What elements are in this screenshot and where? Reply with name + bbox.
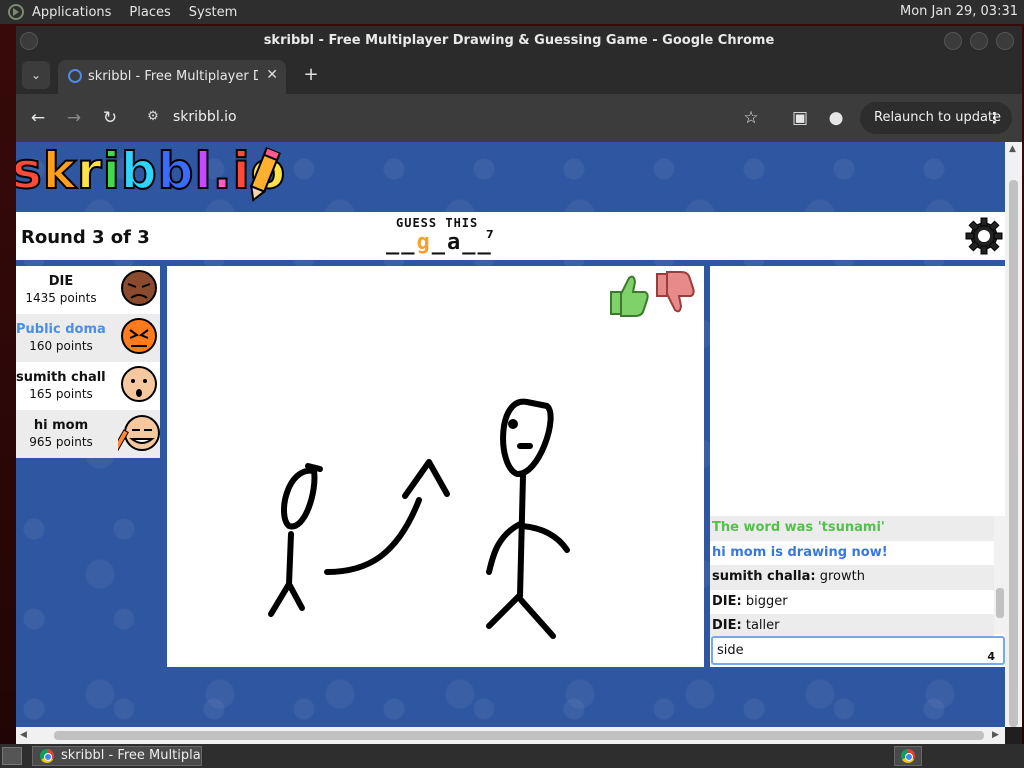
- word-letter: _: [386, 230, 402, 255]
- player-name: hi mom: [33, 418, 89, 433]
- skribbl-favicon-icon: [68, 69, 82, 83]
- menu-system[interactable]: System: [189, 5, 237, 20]
- chat-char-count: 4: [987, 650, 995, 663]
- chevron-down-icon: ⌄: [30, 68, 42, 82]
- player-row-self[interactable]: Public domain (You) 160 points: [16, 314, 160, 362]
- page-vertical-scrollbar[interactable]: ▲: [1005, 142, 1022, 727]
- side-panel-icon[interactable]: ▣: [788, 106, 812, 130]
- chat-author: sumith challa:: [712, 569, 816, 584]
- address-bar[interactable]: skribbl.io: [173, 109, 237, 125]
- chat-message: sumith challa: growth: [710, 565, 994, 590]
- word-letter: _: [462, 230, 478, 255]
- scroll-right-icon[interactable]: ▶: [992, 730, 999, 740]
- player-avatar-icon: [118, 415, 160, 453]
- word-length: 7: [486, 228, 494, 241]
- thumbs-up-icon[interactable]: [607, 270, 651, 318]
- player-name: sumith challa: [16, 370, 106, 385]
- scroll-left-icon[interactable]: ◀: [20, 730, 27, 740]
- player-points: 1435 points: [25, 291, 97, 305]
- page-vertical-scrollbar-thumb[interactable]: [1009, 180, 1018, 727]
- chat-author: DIE:: [712, 593, 742, 609]
- player-points: 965 points: [29, 435, 93, 449]
- chat-input-value: side: [717, 643, 744, 658]
- relaunch-button[interactable]: Relaunch to update ⋮: [860, 102, 1012, 134]
- tray-chrome[interactable]: [894, 746, 922, 766]
- window-title: skribbl - Free Multiplayer Drawing & Gue…: [16, 26, 1022, 56]
- menu-places[interactable]: Places: [129, 5, 170, 20]
- player-row-drawing[interactable]: hi mom 965 points: [16, 410, 160, 458]
- show-desktop-icon[interactable]: [2, 747, 22, 765]
- profile-icon[interactable]: ●: [824, 106, 848, 130]
- distro-logo-icon[interactable]: [8, 4, 24, 20]
- tab-title: skribbl - Free Multiplayer Drawing & Gue…: [88, 69, 258, 84]
- chat-text: taller: [741, 618, 780, 633]
- site-info-icon[interactable]: ⚙: [144, 108, 162, 126]
- chat-scrollbar[interactable]: [994, 516, 1005, 634]
- browser-toolbar: ← → ↻ ⚙ skribbl.io ☆ ▣ ● Relaunch to upd…: [16, 94, 1022, 142]
- chrome-icon: [40, 749, 54, 763]
- chat-input[interactable]: side 4: [711, 636, 1005, 665]
- tab-search-button[interactable]: ⌄: [22, 61, 50, 89]
- chat-text: bigger: [741, 593, 788, 609]
- round-indicator: Round 3 of 3: [21, 227, 150, 248]
- browser-window: skribbl - Free Multiplayer Drawing & Gue…: [16, 26, 1022, 744]
- back-button[interactable]: ←: [26, 106, 50, 130]
- close-window-button[interactable]: [996, 32, 1014, 50]
- player-avatar-icon: [121, 318, 157, 354]
- chrome-icon: [901, 749, 915, 763]
- drawing: [268, 398, 570, 639]
- word-letter: _: [401, 230, 417, 255]
- chat-message-system: hi mom is drawing now!: [712, 544, 888, 560]
- player-points: 160 points: [29, 339, 93, 353]
- chat-message-system: The word was 'tsunami': [710, 516, 994, 541]
- taskbar-item-label: skribbl - Free Multiplayer Drawing & Gue…: [61, 748, 201, 763]
- player-list: DIE 1435 points Public domain (You) 160 …: [16, 266, 160, 458]
- chat-panel: The word was 'tsunami' hi mom is drawing…: [710, 266, 1005, 667]
- game-top-bar: Round 3 of 3 GUESS THIS __g_a__ 7: [16, 212, 1005, 260]
- chat-scrollbar-thumb[interactable]: [996, 588, 1004, 618]
- drawing-canvas[interactable]: [167, 266, 704, 667]
- player-avatar-icon: [121, 270, 157, 306]
- player-avatar-icon: [121, 366, 157, 402]
- minimize-button[interactable]: [944, 32, 962, 50]
- desktop: Applications Places System Mon Jan 29, 0…: [0, 0, 1024, 768]
- maximize-button[interactable]: [970, 32, 988, 50]
- chat-message: DIE: taller: [710, 614, 994, 639]
- system-panel: Applications Places System Mon Jan 29, 0…: [0, 0, 1024, 24]
- chat-text: growth: [815, 569, 865, 584]
- reload-button[interactable]: ↻: [98, 106, 122, 130]
- chat-messages: The word was 'tsunami' hi mom is drawing…: [710, 516, 994, 639]
- taskbar-chrome-window[interactable]: skribbl - Free Multiplayer Drawing & Gue…: [32, 746, 202, 766]
- bookmark-star-icon[interactable]: ☆: [739, 106, 763, 130]
- guess-this-label: GUESS THIS: [396, 216, 479, 230]
- thumbs-down-icon[interactable]: [653, 270, 697, 318]
- relaunch-label: Relaunch to update: [874, 110, 1002, 125]
- clock[interactable]: Mon Jan 29, 03:31: [900, 4, 1018, 19]
- menu-applications[interactable]: Applications: [32, 5, 111, 20]
- chat-message: DIE: bigger: [710, 590, 994, 615]
- player-row[interactable]: DIE 1435 points: [16, 266, 160, 314]
- tab-bar: ⌄ skribbl - Free Multiplayer Drawing & G…: [16, 56, 1022, 94]
- word-letter-revealed: g: [416, 230, 432, 255]
- page-horizontal-scrollbar[interactable]: ◀ ▶: [16, 727, 1005, 744]
- settings-gear-icon[interactable]: [964, 216, 1004, 256]
- skribbl-page: skribbl.io Round 3 of 3 GUESS THIS __g_a…: [16, 142, 1005, 727]
- player-row[interactable]: sumith challa 165 points: [16, 362, 160, 410]
- taskbar: skribbl - Free Multiplayer Drawing & Gue…: [0, 744, 1024, 768]
- word-letter: _: [431, 230, 447, 255]
- word-hint: __g_a__: [386, 230, 493, 255]
- forward-button[interactable]: →: [62, 106, 86, 130]
- player-name: DIE: [48, 274, 74, 289]
- page-horizontal-scrollbar-thumb[interactable]: [54, 731, 984, 740]
- window-menu-button[interactable]: [20, 32, 38, 50]
- chat-author: DIE:: [712, 618, 742, 633]
- more-menu-icon[interactable]: ⋮: [987, 102, 1002, 134]
- tab-skribbl[interactable]: skribbl - Free Multiplayer Drawing & Gue…: [58, 60, 286, 94]
- close-tab-icon[interactable]: ✕: [266, 67, 278, 83]
- player-points: 165 points: [29, 387, 93, 401]
- player-name: Public domain (You): [16, 322, 106, 337]
- new-tab-button[interactable]: +: [300, 64, 322, 86]
- scroll-up-icon[interactable]: ▲: [1009, 144, 1016, 154]
- word-letter: a: [447, 230, 463, 255]
